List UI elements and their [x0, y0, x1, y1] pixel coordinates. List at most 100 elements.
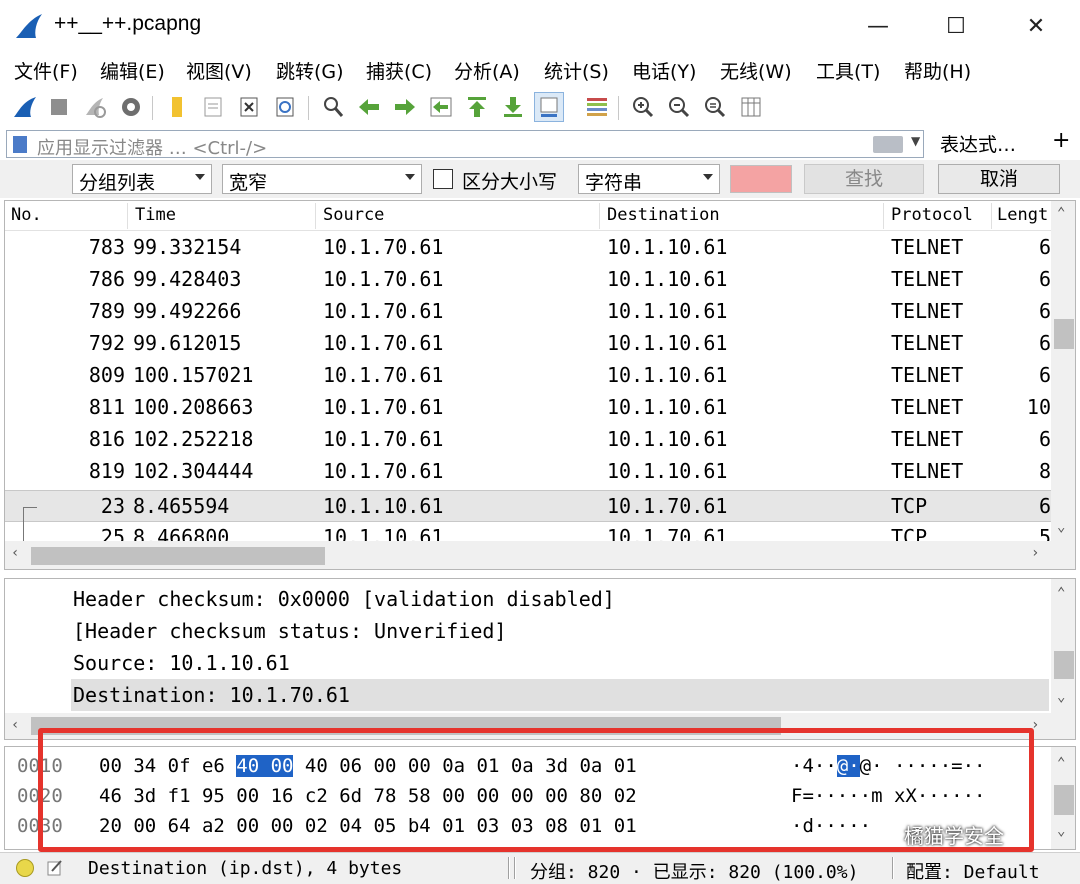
colorize-icon[interactable]: [582, 92, 612, 122]
column-header-time[interactable]: Time: [135, 205, 176, 225]
packet-source: 10.1.70.61: [323, 235, 444, 259]
detail-row[interactable]: Destination: 10.1.70.61: [73, 683, 350, 707]
search-input[interactable]: [730, 165, 792, 193]
menu-wireless[interactable]: 无线(W): [720, 57, 792, 84]
title-bar: ++__++.pcapng — ☐ ✕: [0, 0, 1080, 52]
zoom-out-icon[interactable]: [664, 92, 694, 122]
menu-view[interactable]: 视图(V): [186, 57, 252, 84]
status-field-info: Destination (ip.dst), 4 bytes: [88, 858, 403, 879]
go-back-icon[interactable]: [354, 92, 384, 122]
go-to-packet-icon[interactable]: [426, 92, 456, 122]
add-filter-button[interactable]: +: [1052, 128, 1070, 153]
details-vscroll-thumb[interactable]: [1054, 651, 1074, 679]
case-sensitive-checkbox[interactable]: [433, 169, 453, 189]
chevron-down-icon[interactable]: ⌄: [1057, 689, 1065, 705]
chevron-left-icon[interactable]: ‹: [11, 717, 19, 733]
menu-go[interactable]: 跳转(G): [276, 57, 344, 84]
main-toolbar: [0, 88, 1080, 126]
column-header-protocol[interactable]: Protocol: [891, 205, 973, 225]
close-file-icon[interactable]: [234, 92, 264, 122]
detail-row[interactable]: Header checksum: 0x0000 [validation disa…: [73, 587, 615, 611]
menu-telephony[interactable]: 电话(Y): [632, 57, 696, 84]
column-header-destination[interactable]: Destination: [607, 205, 720, 225]
menu-capture[interactable]: 捕获(C): [366, 57, 432, 84]
table-row[interactable]: 809 100.157021 10.1.70.61 10.1.10.61 TEL…: [5, 360, 1051, 392]
first-packet-icon[interactable]: [462, 92, 492, 122]
packet-source: 10.1.70.61: [323, 363, 444, 387]
packet-length: 6: [1038, 331, 1051, 355]
search-scope-select[interactable]: 分组列表: [72, 164, 212, 194]
cancel-button[interactable]: 取消: [938, 164, 1060, 194]
reload-file-icon[interactable]: [270, 92, 300, 122]
find-packet-icon[interactable]: [318, 92, 348, 122]
column-header-no[interactable]: No.: [11, 205, 42, 225]
menu-tools[interactable]: 工具(T): [816, 57, 880, 84]
chevron-up-icon[interactable]: ⌃: [1057, 755, 1065, 771]
chevron-down-icon[interactable]: ⌄: [1057, 519, 1065, 535]
table-row[interactable]: 816 102.252218 10.1.70.61 10.1.10.61 TEL…: [5, 424, 1051, 456]
chevron-up-icon[interactable]: ⌃: [1057, 205, 1065, 221]
charset-value: 宽窄: [229, 172, 268, 194]
table-row[interactable]: 792 99.612015 10.1.70.61 10.1.10.61 TELN…: [5, 328, 1051, 360]
detail-row[interactable]: [Header checksum status: Unverified]: [73, 619, 506, 643]
search-type-select[interactable]: 字符串: [578, 164, 720, 194]
chevron-down-icon[interactable]: ▼: [911, 134, 920, 148]
resize-columns-icon[interactable]: [736, 92, 766, 122]
packet-time: 102.252218: [133, 427, 254, 451]
table-row[interactable]: 789 99.492266 10.1.70.61 10.1.10.61 TELN…: [5, 296, 1051, 328]
charset-select[interactable]: 宽窄: [222, 164, 422, 194]
sort-ascending-icon: ^: [737, 200, 746, 211]
chevron-left-icon[interactable]: ‹: [11, 545, 19, 561]
menu-statistics[interactable]: 统计(S): [544, 57, 609, 84]
apply-filter-icon[interactable]: [873, 136, 903, 153]
menu-edit[interactable]: 编辑(E): [100, 57, 165, 84]
packet-no: 809: [88, 363, 125, 387]
column-header-source[interactable]: Source: [323, 205, 384, 225]
case-sensitive-label: 区分大小写: [462, 171, 558, 193]
packet-source: 10.1.70.61: [323, 331, 444, 355]
bytes-vscroll-thumb[interactable]: [1054, 785, 1074, 815]
minimize-button[interactable]: —: [858, 8, 898, 44]
edit-comment-icon[interactable]: [46, 859, 64, 877]
packet-destination: 10.1.10.61: [607, 427, 728, 451]
packet-list-vscrollbar[interactable]: [1051, 201, 1075, 541]
chevron-down-icon[interactable]: ⌄: [1057, 823, 1065, 839]
menu-analyze[interactable]: 分析(A): [454, 57, 520, 84]
stop-capture-icon[interactable]: [44, 92, 74, 122]
packet-list-hscroll-thumb[interactable]: [31, 547, 325, 565]
menu-file[interactable]: 文件(F): [14, 57, 78, 84]
table-row[interactable]: 811 100.208663 10.1.70.61 10.1.10.61 TEL…: [5, 392, 1051, 424]
find-button[interactable]: 查找: [804, 164, 924, 194]
detail-row[interactable]: Source: 10.1.10.61: [73, 651, 290, 675]
last-packet-icon[interactable]: [498, 92, 528, 122]
zoom-normal-icon[interactable]: [700, 92, 730, 122]
restart-capture-icon[interactable]: [80, 92, 110, 122]
table-row[interactable]: 783 99.332154 10.1.70.61 10.1.10.61 TELN…: [5, 232, 1051, 264]
chevron-down-icon: [195, 174, 205, 180]
packet-time: 100.157021: [133, 363, 254, 387]
menu-help[interactable]: 帮助(H): [904, 57, 971, 84]
save-file-icon[interactable]: [198, 92, 228, 122]
zoom-in-icon[interactable]: [628, 92, 658, 122]
chevron-right-icon[interactable]: ›: [1031, 545, 1039, 561]
expert-info-icon[interactable]: [16, 859, 34, 877]
column-header-length[interactable]: Lengt: [997, 205, 1048, 225]
open-file-icon[interactable]: [162, 92, 192, 122]
table-row[interactable]: 786 99.428403 10.1.70.61 10.1.10.61 TELN…: [5, 264, 1051, 296]
auto-scroll-icon[interactable]: [534, 92, 564, 122]
maximize-button[interactable]: ☐: [936, 8, 976, 44]
status-profile[interactable]: 配置: Default: [906, 858, 1040, 884]
expression-button[interactable]: 表达式…: [940, 130, 1016, 157]
packet-list-vscroll-thumb[interactable]: [1054, 319, 1074, 349]
start-capture-icon[interactable]: [10, 92, 40, 122]
packet-source: 10.1.70.61: [323, 459, 444, 483]
capture-options-icon[interactable]: [116, 92, 146, 122]
table-row-selected[interactable]: 23 8.465594 10.1.10.61 10.1.70.61 TCP 6: [5, 490, 1051, 522]
packet-protocol: TELNET: [891, 459, 964, 483]
table-row[interactable]: 819 102.304444 10.1.70.61 10.1.10.61 TEL…: [5, 456, 1051, 488]
chevron-up-icon[interactable]: ⌃: [1057, 585, 1065, 601]
go-forward-icon[interactable]: [390, 92, 420, 122]
close-button[interactable]: ✕: [1016, 8, 1056, 44]
bookmark-icon[interactable]: [13, 136, 27, 153]
display-filter-input[interactable]: 应用显示过滤器 … <Ctrl-/> ▼: [6, 130, 924, 159]
